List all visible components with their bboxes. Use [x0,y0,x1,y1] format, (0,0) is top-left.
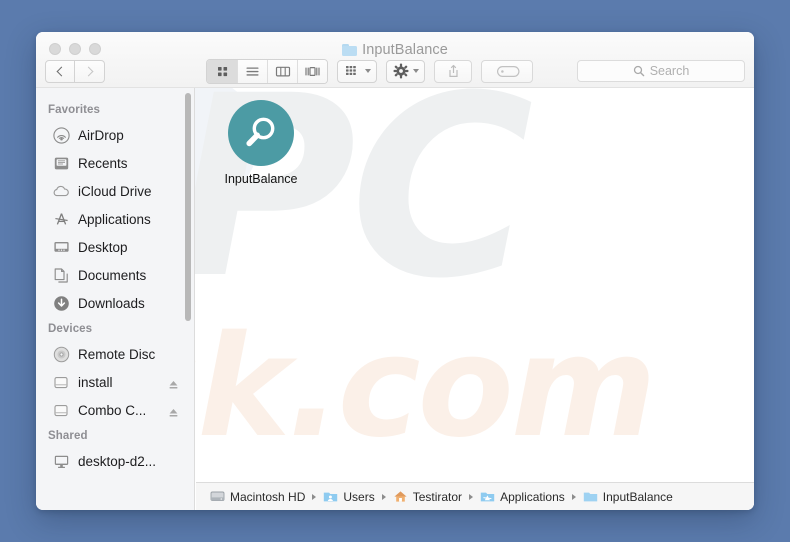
sidebar-item-combo-c[interactable]: Combo C... [36,396,194,424]
harddrive-icon [52,401,70,419]
sidebar-item-label: desktop-d2... [78,453,157,469]
breadcrumb-applications[interactable]: Applications [480,490,565,504]
sidebar-item-label: Combo C... [78,402,147,418]
sidebar-item-install[interactable]: install [36,368,194,396]
finder-window: InputBalance Search Favorites AirDrop Re… [36,32,754,510]
breadcrumb-separator-icon [571,493,576,500]
users-folder-icon [324,492,338,502]
title-bar: InputBalance Search [36,32,754,88]
sidebar-item-airdrop[interactable]: AirDrop [36,121,194,149]
columns-icon [275,66,290,77]
toolbar: Search [36,54,754,88]
sidebar-item-label: Recents [78,155,128,171]
navigation-button-group [45,59,105,83]
disc-icon [52,345,70,363]
documents-icon [52,266,70,284]
chevron-left-icon [56,66,66,76]
recents-icon [52,154,70,172]
applications-icon [52,210,70,228]
breadcrumb-users[interactable]: Users [323,489,375,504]
downloads-icon [52,294,70,312]
chevron-down-icon [413,69,419,73]
gear-icon [393,63,409,79]
gallery-view-button[interactable] [297,59,327,83]
list-icon [246,67,259,76]
back-button[interactable] [45,59,75,83]
search-icon [633,65,644,77]
forward-button[interactable] [75,59,105,83]
watermark-secondary-text: sk.com [195,306,657,469]
icon-view-button[interactable] [207,59,237,83]
breadcrumb-label: Applications [500,489,565,504]
arrange-icon [346,66,356,75]
folder-icon [583,492,597,502]
arrange-button[interactable] [337,59,377,83]
sidebar-item-desktop-d2[interactable]: desktop-d2... [36,447,194,475]
sidebar-item-label: Downloads [78,295,145,311]
file-browser-content[interactable]: PC sk.com InputBalance [195,88,754,510]
sidebar-item-label: Applications [78,211,151,227]
sidebar-item-remote-disc[interactable]: Remote Disc [36,340,194,368]
sidebar-section-devices-heading: Devices [48,323,93,335]
chevron-down-icon [365,69,371,73]
chevron-right-icon [83,66,94,76]
list-view-button[interactable] [237,59,267,83]
sidebar-item-label: Desktop [78,239,128,255]
display-icon [52,452,70,470]
breadcrumb-macintosh-hd[interactable]: Macintosh HD [210,490,305,504]
search-field[interactable]: Search [577,60,745,82]
sidebar-section-favorites-heading: Favorites [48,104,101,116]
sidebar-item-icloud-drive[interactable]: iCloud Drive [36,177,194,205]
sidebar: Favorites AirDrop Recents iCloud Drive A… [36,88,195,510]
search-placeholder: Search [649,64,690,78]
breadcrumb-label: Macintosh HD [230,489,306,504]
tags-button[interactable] [481,59,533,83]
harddrive-icon [210,491,225,502]
harddrive-icon [52,373,70,391]
sidebar-item-downloads[interactable]: Downloads [36,289,194,317]
eject-button[interactable] [169,405,178,417]
breadcrumb-label: InputBalance [602,489,673,504]
grid-icon [217,66,227,76]
breadcrumb-inputbalance[interactable]: InputBalance [583,490,673,504]
gallery-icon [305,66,320,76]
file-grid: InputBalance [195,88,313,186]
sidebar-item-desktop[interactable]: Desktop [36,233,194,261]
sidebar-section-shared-heading: Shared [48,430,88,442]
desktop-icon [52,238,70,256]
eject-button[interactable] [169,377,178,389]
path-bar: Macintosh HD Users Testirator Applicatio… [196,482,754,510]
applications-folder-icon [480,492,495,502]
breadcrumb-label: Testirator [412,489,463,504]
column-view-button[interactable] [267,59,297,83]
sidebar-item-documents[interactable]: Documents [36,261,194,289]
breadcrumb-label: Users [343,489,375,504]
icloud-icon [52,182,70,200]
airdrop-icon [52,126,70,144]
sidebar-item-label: Documents [78,267,147,283]
breadcrumb-separator-icon [312,493,317,500]
action-button[interactable] [386,59,425,83]
sidebar-scrollbar[interactable] [185,93,191,321]
window-body: Favorites AirDrop Recents iCloud Drive A… [36,88,754,510]
breadcrumb-testirator[interactable]: Testirator [393,490,462,504]
view-mode-segmented-control [206,58,328,84]
sidebar-item-label: Remote Disc [78,346,156,362]
home-folder-icon [394,491,407,502]
file-item-inputbalance[interactable]: InputBalance [209,100,313,186]
breadcrumb-separator-icon [469,493,474,500]
sidebar-item-label: iCloud Drive [78,183,152,199]
sidebar-item-label: install [78,374,113,390]
toolbar-tools [206,58,533,84]
tag-icon [497,65,520,77]
sidebar-item-recents[interactable]: Recents [36,149,194,177]
sidebar-item-applications[interactable]: Applications [36,205,194,233]
sidebar-item-label: AirDrop [78,127,124,143]
breadcrumb-separator-icon [381,493,386,500]
share-button[interactable] [434,59,472,83]
magnifier-app-icon [228,100,294,166]
share-icon [448,64,458,77]
file-item-label: InputBalance [224,172,298,186]
